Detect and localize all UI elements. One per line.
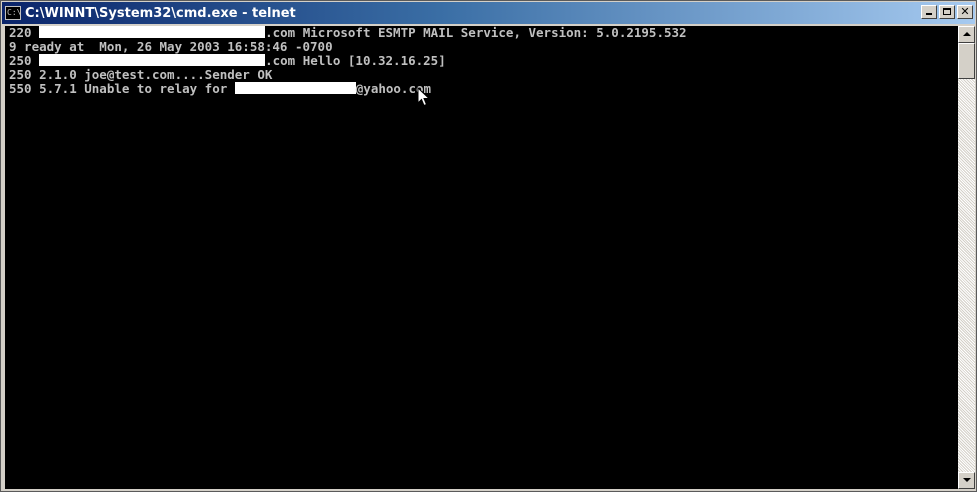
- redacted-domain-block: [39, 26, 266, 38]
- console-window: C:\ C:\WINNT\System32\cmd.exe - telnet ✕…: [0, 0, 977, 492]
- console-output[interactable]: 220 .com Microsoft ESMTP MAIL Service, V…: [5, 26, 958, 489]
- console-line-suffix: .com Microsoft ESMTP MAIL Service, Versi…: [265, 26, 687, 40]
- close-icon: ✕: [960, 5, 970, 18]
- console-line-text: 250 2.1.0 joe@test.com....Sender OK: [9, 67, 273, 82]
- maximize-icon: [943, 8, 951, 15]
- close-button[interactable]: ✕: [957, 5, 973, 19]
- title-bar[interactable]: C:\ C:\WINNT\System32\cmd.exe - telnet ✕: [2, 2, 975, 24]
- mouse-pointer-icon: [417, 87, 431, 107]
- scroll-down-button[interactable]: [958, 472, 975, 489]
- vertical-scrollbar[interactable]: [958, 26, 975, 489]
- scroll-up-button[interactable]: [958, 26, 975, 43]
- arrow-up-icon: [963, 32, 971, 36]
- window-title: C:\WINNT\System32\cmd.exe - telnet: [25, 5, 296, 21]
- console-line: 220 .com Microsoft ESMTP MAIL Service, V…: [9, 26, 687, 40]
- minimize-button[interactable]: [921, 5, 937, 19]
- console-line: 550 5.7.1 Unable to relay for @yahoo.com: [9, 82, 687, 96]
- maximize-button[interactable]: [939, 5, 955, 19]
- scrollbar-thumb[interactable]: [958, 43, 975, 79]
- console-line-prefix: 550 5.7.1 Unable to relay for: [9, 81, 235, 96]
- console-lines: 220 .com Microsoft ESMTP MAIL Service, V…: [9, 26, 687, 96]
- console-line: 9 ready at Mon, 26 May 2003 16:58:46 -07…: [9, 40, 687, 54]
- cmd-window-icon[interactable]: C:\: [5, 6, 21, 20]
- console-line-suffix: .com Hello [10.32.16.25]: [265, 53, 446, 68]
- redacted-domain-block: [39, 54, 266, 66]
- arrow-down-icon: [963, 478, 971, 482]
- console-line-text: 9 ready at Mon, 26 May 2003 16:58:46 -07…: [9, 39, 333, 54]
- window-controls: ✕: [921, 5, 973, 19]
- console-line-prefix: 220: [9, 26, 40, 40]
- redacted-user-block: [234, 82, 356, 94]
- console-line-prefix: 250: [9, 53, 40, 68]
- minimize-icon: [926, 13, 932, 15]
- console-line: 250 .com Hello [10.32.16.25]: [9, 54, 687, 68]
- console-line: 250 2.1.0 joe@test.com....Sender OK: [9, 68, 687, 82]
